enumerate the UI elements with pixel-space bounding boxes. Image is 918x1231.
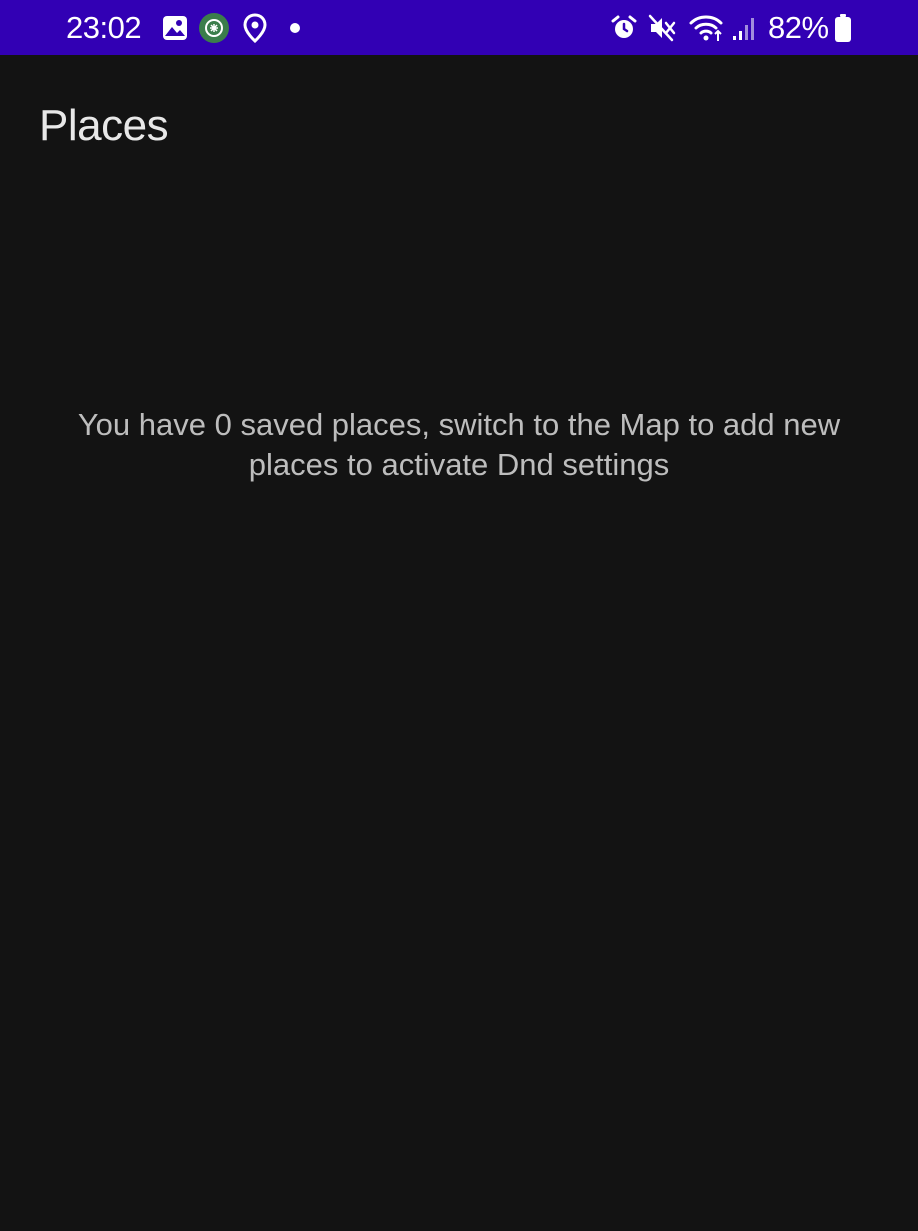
location-icon: [242, 12, 268, 44]
signal-icon: [730, 12, 758, 44]
battery-icon: [833, 12, 853, 44]
empty-state-message: You have 0 saved places, switch to the M…: [77, 407, 841, 482]
gallery-icon: [160, 12, 190, 44]
battery-percentage: 82%: [768, 10, 829, 45]
mute-icon: [648, 12, 678, 44]
status-time: 23:02: [66, 10, 142, 45]
alarm-icon: [609, 12, 639, 44]
dot-icon: [289, 12, 301, 44]
page-title: Places: [39, 101, 169, 150]
wifi-icon: [688, 12, 726, 44]
status-bar: 23:02 82%: [0, 0, 918, 55]
app-notification-icon: [197, 12, 231, 44]
